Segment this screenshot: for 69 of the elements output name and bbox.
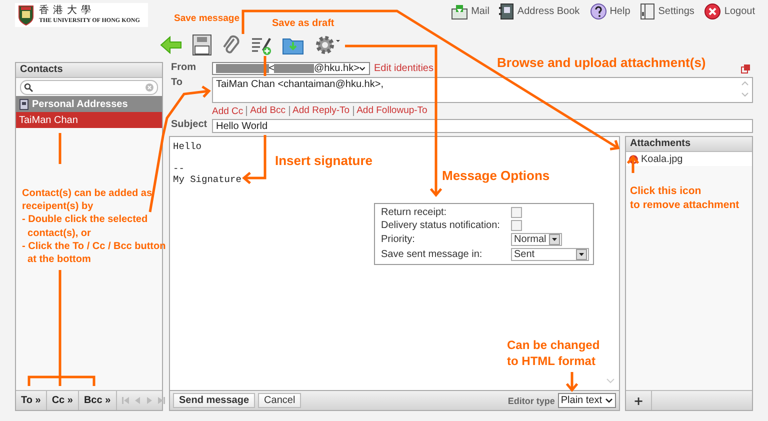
popout-icon[interactable] xyxy=(741,64,751,74)
annotation-text: Click this icon to remove attachment xyxy=(630,185,740,213)
to-field[interactable]: TaiMan Chan <chantaiman@hku.hk>, xyxy=(212,77,753,103)
add-header-link[interactable]: Add Followup-To xyxy=(352,106,428,116)
annotation-text: Browse and upload attachment(s) xyxy=(497,54,706,72)
option-select[interactable]: Sent xyxy=(511,248,589,262)
annotation-text: Save message xyxy=(174,13,240,26)
contacts-header: Contacts xyxy=(16,63,162,78)
cancel-button[interactable]: Cancel xyxy=(258,393,302,408)
add-header-link[interactable]: Add Bcc xyxy=(246,106,286,116)
add-recipient-button[interactable]: Cc » xyxy=(46,391,79,410)
contact-item[interactable]: TaiMan Chan xyxy=(16,112,162,128)
annotation-arrow xyxy=(626,155,640,173)
help-link[interactable]: Help xyxy=(590,3,630,20)
option-label: Delivery status notification: xyxy=(381,220,501,232)
option-label: Return receipt: xyxy=(381,207,448,218)
annotation-arrow xyxy=(566,372,578,392)
edit-identities-link[interactable]: Edit identities xyxy=(374,63,434,74)
help-icon xyxy=(590,3,607,20)
save-icon[interactable] xyxy=(192,34,212,56)
checkbox[interactable] xyxy=(511,220,522,232)
gear-icon[interactable] xyxy=(314,34,340,56)
checkbox[interactable] xyxy=(511,207,522,218)
to-label: To xyxy=(170,77,184,90)
from-label: From xyxy=(170,62,197,75)
annotation-text: Message Options xyxy=(442,167,550,184)
annotation-line xyxy=(264,56,266,76)
logout-icon xyxy=(704,3,722,20)
attachment-name: Koala.jpg xyxy=(641,154,683,164)
from-select[interactable]: < @hku.hk> xyxy=(212,62,370,75)
annotation-line xyxy=(58,133,62,164)
annotation-text: Save as draft xyxy=(272,17,334,30)
attachments-header: Attachments xyxy=(626,137,752,152)
add-recipient-button[interactable]: To » xyxy=(16,391,47,410)
option-label: Priority: xyxy=(381,234,416,246)
crest-icon xyxy=(18,4,34,26)
send-message-button[interactable]: Send message xyxy=(173,393,256,408)
search-field[interactable] xyxy=(20,80,158,95)
subject-field[interactable]: Hello World xyxy=(212,119,753,133)
mail-link[interactable]: Mail xyxy=(451,3,490,20)
settings-link[interactable]: Settings xyxy=(640,3,694,20)
chevron-icon xyxy=(359,66,366,72)
logo-chinese-text: 香港大學 xyxy=(39,5,96,17)
chevron-icon xyxy=(605,398,613,404)
annotation-text: Contact(s) can be added as receipent(s) by - Double click the selected contact(s), or - Click the To / Cc / Bcc button at the bottom xyxy=(22,187,166,266)
remove-icon[interactable] xyxy=(629,154,638,164)
address-book-icon xyxy=(19,98,29,110)
scroll-arrows-icon xyxy=(741,79,749,99)
add-header-link[interactable]: Add Cc xyxy=(212,106,244,116)
address-book-icon xyxy=(499,3,514,20)
add-attachment-button[interactable]: + xyxy=(626,391,652,410)
back-arrow-icon[interactable] xyxy=(160,36,182,54)
address-book-link[interactable]: Address Book xyxy=(499,3,580,20)
paperclip-icon[interactable] xyxy=(222,34,240,56)
option-label: Save sent message in: xyxy=(381,249,484,260)
annotation-text: Insert signature xyxy=(275,152,373,170)
editor-type-select[interactable]: Plain text xyxy=(558,393,616,408)
annotation-text: Can be changed to HTML format xyxy=(507,338,600,370)
editor-type-label: Editor type xyxy=(508,396,555,406)
logout-link[interactable]: Logout xyxy=(704,3,755,20)
search-icon xyxy=(24,83,33,92)
annotation-bracket xyxy=(28,376,96,386)
subject-label: Subject xyxy=(170,119,208,132)
settings-icon xyxy=(640,3,656,20)
option-select[interactable]: Normal xyxy=(511,233,562,246)
add-header-link[interactable]: Add Reply-To xyxy=(288,106,350,116)
scroll-down-icon xyxy=(606,378,615,384)
mail-icon xyxy=(451,4,468,20)
add-recipient-button[interactable]: Bcc » xyxy=(78,391,117,410)
